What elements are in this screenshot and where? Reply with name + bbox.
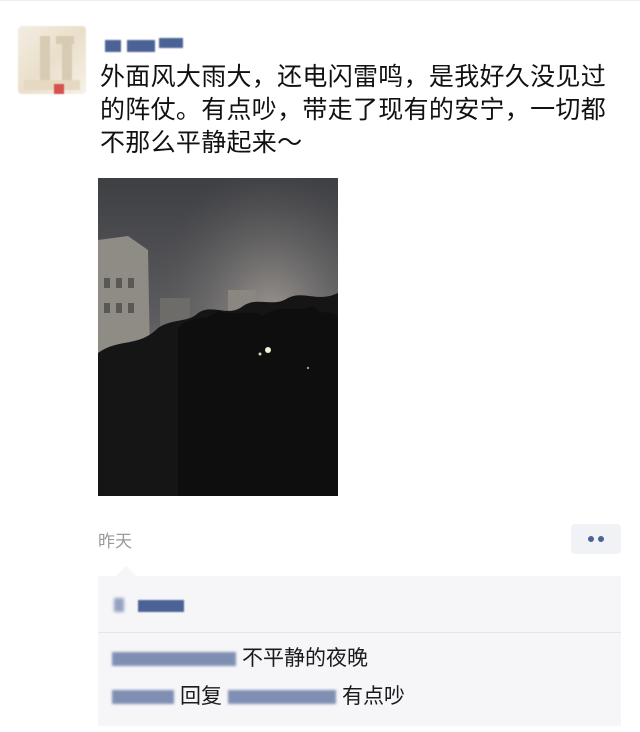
reply-label: 回复 [180,684,222,708]
avatar-pixel-block [54,84,64,94]
like-heart-icon [114,598,124,612]
avatar-pixel-block [24,80,80,90]
commenter-name-blur[interactable] [112,652,236,666]
night-scene-image [98,178,338,496]
comment-divider [98,632,621,633]
post-timestamp: 昨天 [98,532,132,552]
post-text: 外面风大雨大，还电闪雷鸣，是我好久没见过的阵仗。有点吵，带走了现有的安宁，一切都… [100,62,607,157]
author-name-blur [105,40,121,52]
author-name[interactable] [103,36,193,54]
comment-box-caret [116,566,136,576]
author-name-blur [159,38,183,48]
comment-item[interactable]: 不平静的夜晚 [112,642,368,674]
avatar-pixel-block [56,36,74,44]
avatar-pixel-block [62,44,72,80]
likes-row [98,576,621,632]
comment-item[interactable]: 回复 有点吵 [112,680,405,712]
dot-icon [588,536,594,542]
more-actions-button[interactable] [571,524,621,554]
author-name-blur [127,40,155,52]
avatar[interactable] [18,26,86,94]
reply-target-name-blur[interactable] [228,690,336,704]
author-name-text [103,36,104,37]
post-photo[interactable] [98,178,338,496]
comment-text: 有点吵 [342,684,405,708]
avatar-pixel-block [40,36,50,80]
commenter-name-blur[interactable] [112,690,174,704]
liker-name-blur[interactable] [138,600,184,612]
comment-box: 不平静的夜晚 回复 有点吵 [98,576,621,726]
top-divider [0,0,640,1]
comment-text: 不平静的夜晚 [242,646,368,670]
dot-icon [598,536,604,542]
